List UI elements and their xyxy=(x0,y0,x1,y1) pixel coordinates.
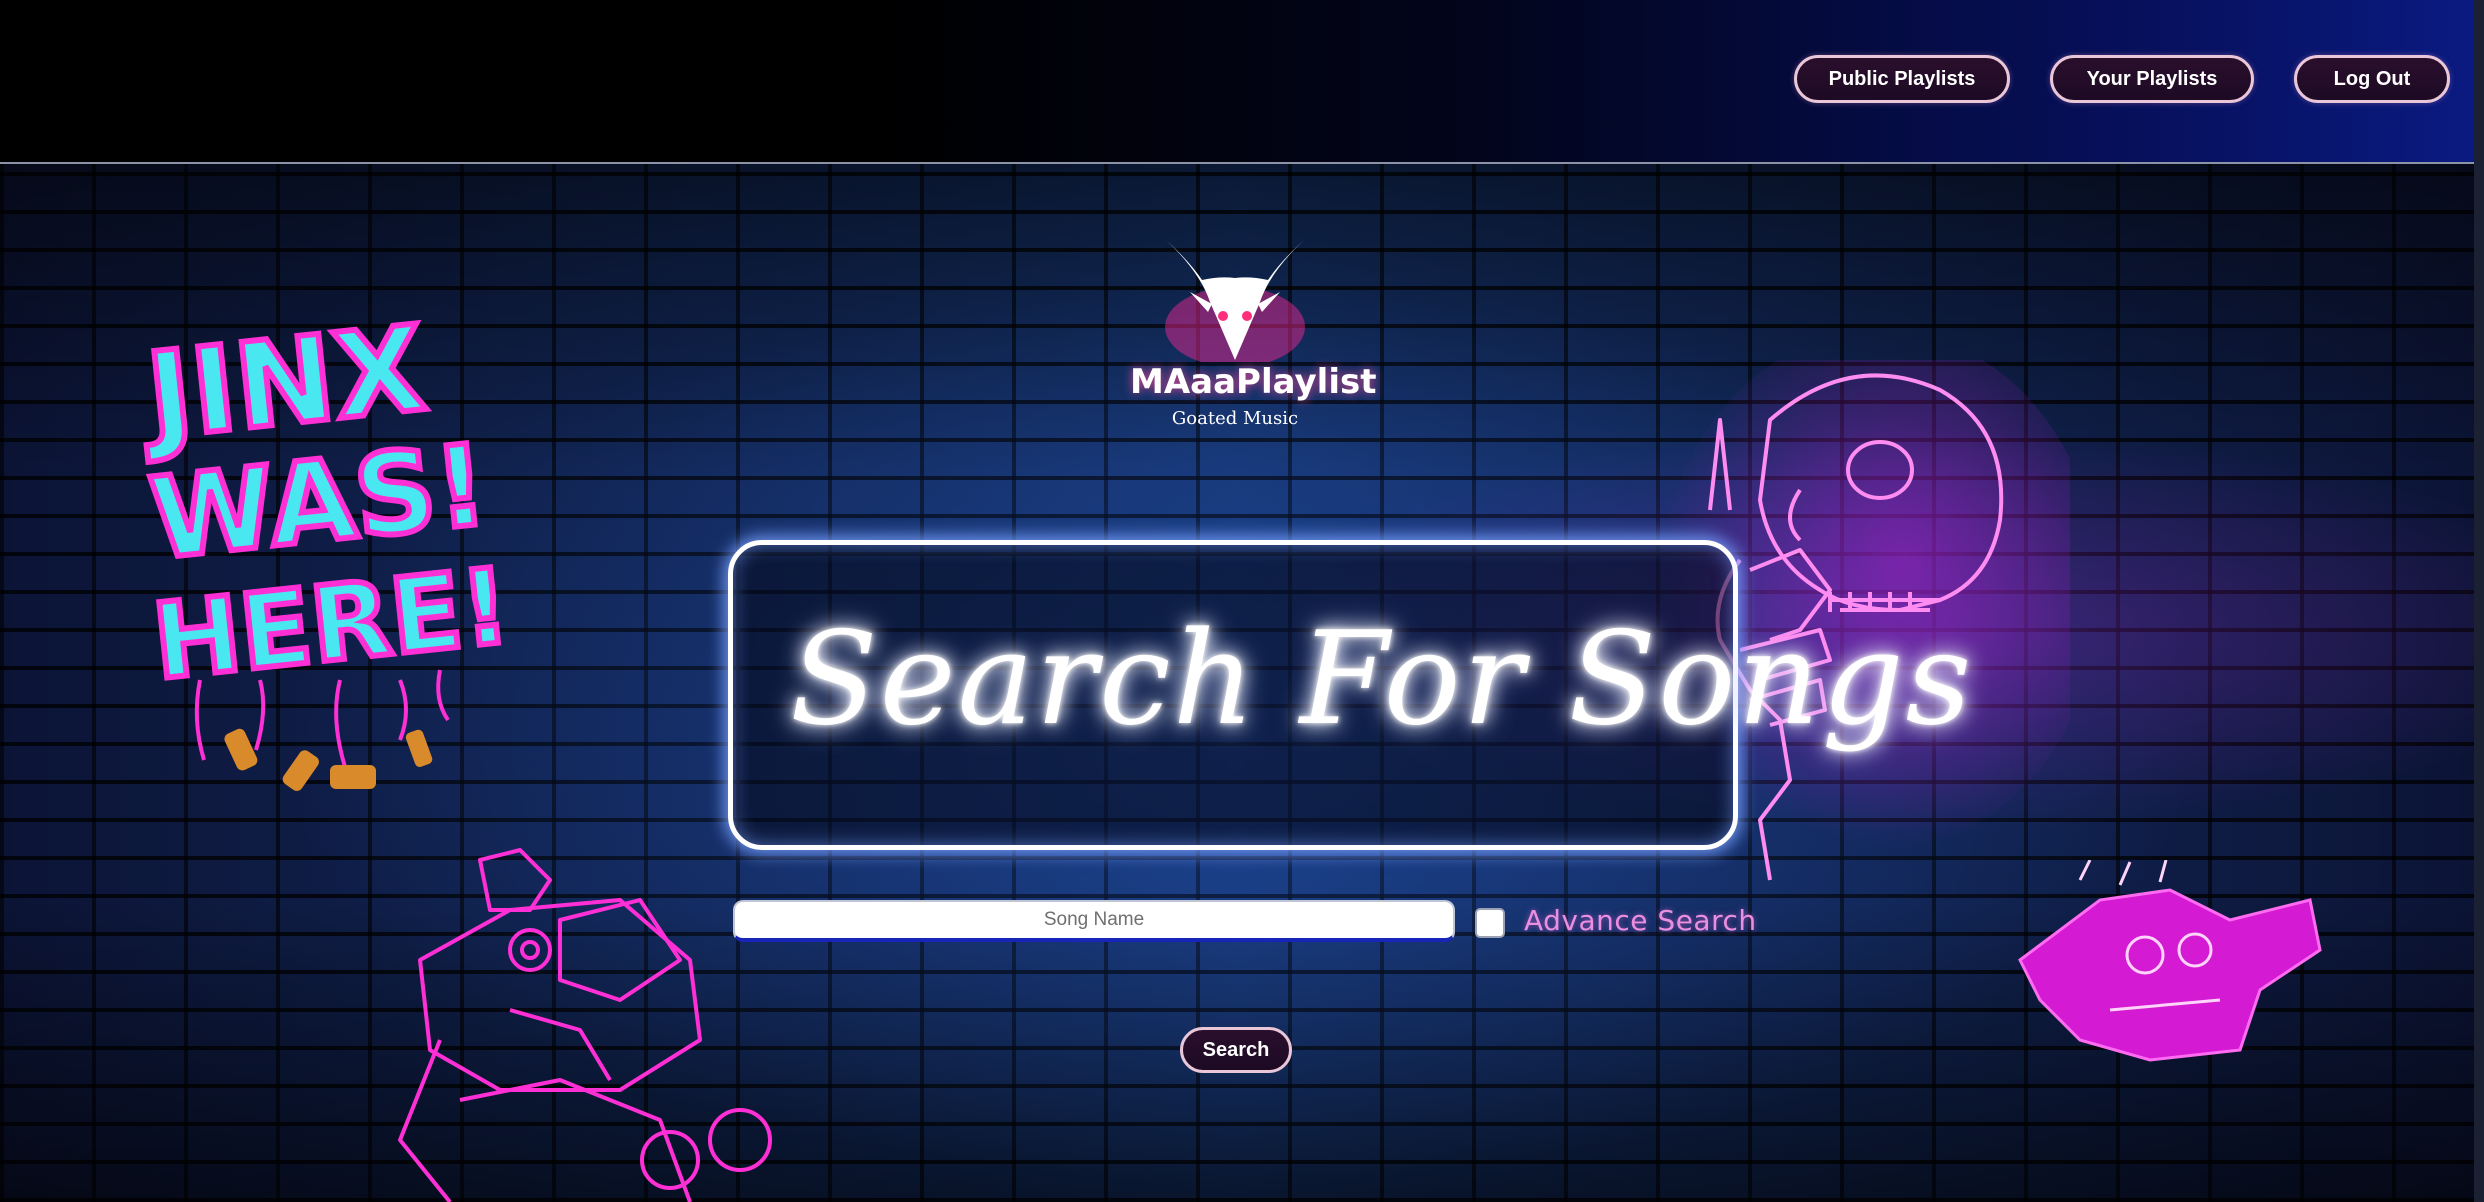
advance-search-checkbox[interactable] xyxy=(1475,908,1505,938)
scrollbar[interactable] xyxy=(2474,0,2484,1202)
song-name-input[interactable] xyxy=(733,900,1455,942)
logo-subtitle: Goated Music xyxy=(1171,408,1299,429)
your-playlists-button[interactable]: Your Playlists xyxy=(2050,55,2254,103)
public-playlists-button[interactable]: Public Playlists xyxy=(1794,55,2010,103)
site-logo[interactable]: MAaaPlaylist Goated Music xyxy=(1130,232,1377,432)
goat-head-icon xyxy=(1165,240,1305,367)
log-out-button[interactable]: Log Out xyxy=(2294,55,2450,103)
search-button[interactable]: Search xyxy=(1180,1027,1292,1073)
top-navigation-bar: Public Playlists Your Playlists Log Out xyxy=(0,0,2474,164)
robot-graffiti-icon xyxy=(398,848,772,1202)
advance-search-label[interactable]: Advance Search xyxy=(1524,904,1757,937)
logo-title: MAaaPlaylist xyxy=(1130,362,1377,402)
neon-sign-heading: Search For Songs xyxy=(790,605,1974,754)
monkey-graffiti-icon xyxy=(2018,860,2322,1062)
page: Public Playlists Your Playlists Log Out … xyxy=(0,0,2484,1202)
jinx-graffiti: JINX WAS! HERE! xyxy=(140,300,510,791)
